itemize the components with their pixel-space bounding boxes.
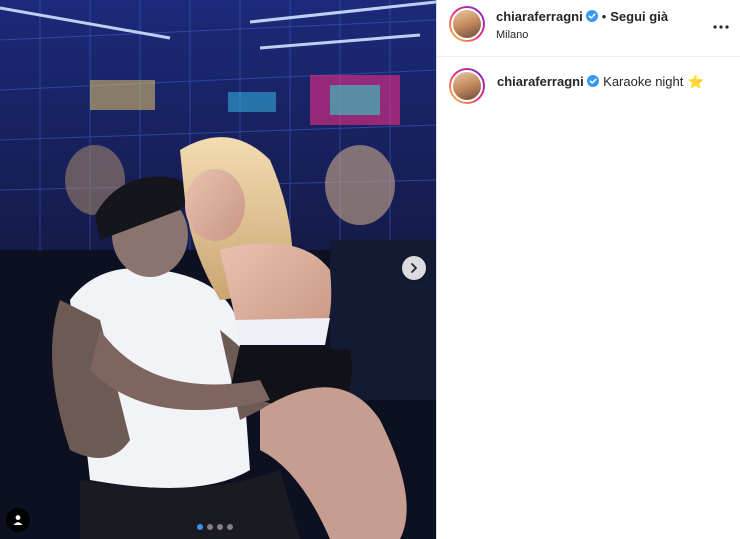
next-slide-button[interactable]	[402, 256, 426, 280]
header-username[interactable]: chiaraferragni	[496, 9, 583, 24]
more-options-button[interactable]	[709, 15, 733, 39]
verified-badge-icon	[585, 10, 598, 22]
carousel-dot-1	[197, 524, 203, 530]
carousel-dot-2	[207, 524, 213, 530]
post-media[interactable]	[0, 0, 436, 539]
carousel-dot-3	[217, 524, 223, 530]
caption-username[interactable]: chiaraferragni	[497, 74, 584, 89]
tagged-users-button[interactable]	[6, 508, 30, 532]
carousel-dot-4	[227, 524, 233, 530]
header-user-line: chiaraferragni • Segui già	[496, 8, 668, 26]
post-header: chiaraferragni • Segui già Milano	[437, 0, 740, 57]
caption-text: Karaoke night	[603, 74, 684, 89]
chevron-right-icon	[411, 263, 417, 273]
caption-avatar-image	[451, 70, 483, 102]
separator-dot: •	[601, 9, 607, 24]
caption-avatar[interactable]	[449, 68, 485, 104]
star-emoji-icon: ⭐	[687, 74, 705, 89]
avatar[interactable]	[449, 6, 485, 42]
follow-status-button[interactable]: Segui già	[610, 9, 668, 24]
post-sidebar: chiaraferragni • Segui già Milano chiarafe…	[437, 0, 740, 539]
user-tag-icon	[13, 515, 23, 525]
carousel-indicator	[197, 524, 233, 530]
caption-line: chiaraferragni Karaoke night ⭐	[497, 73, 704, 91]
more-options-icon	[713, 25, 729, 29]
verified-badge-icon	[586, 75, 599, 87]
location-link[interactable]: Milano	[496, 29, 528, 41]
avatar-image	[451, 8, 483, 40]
post-photo	[0, 0, 436, 539]
